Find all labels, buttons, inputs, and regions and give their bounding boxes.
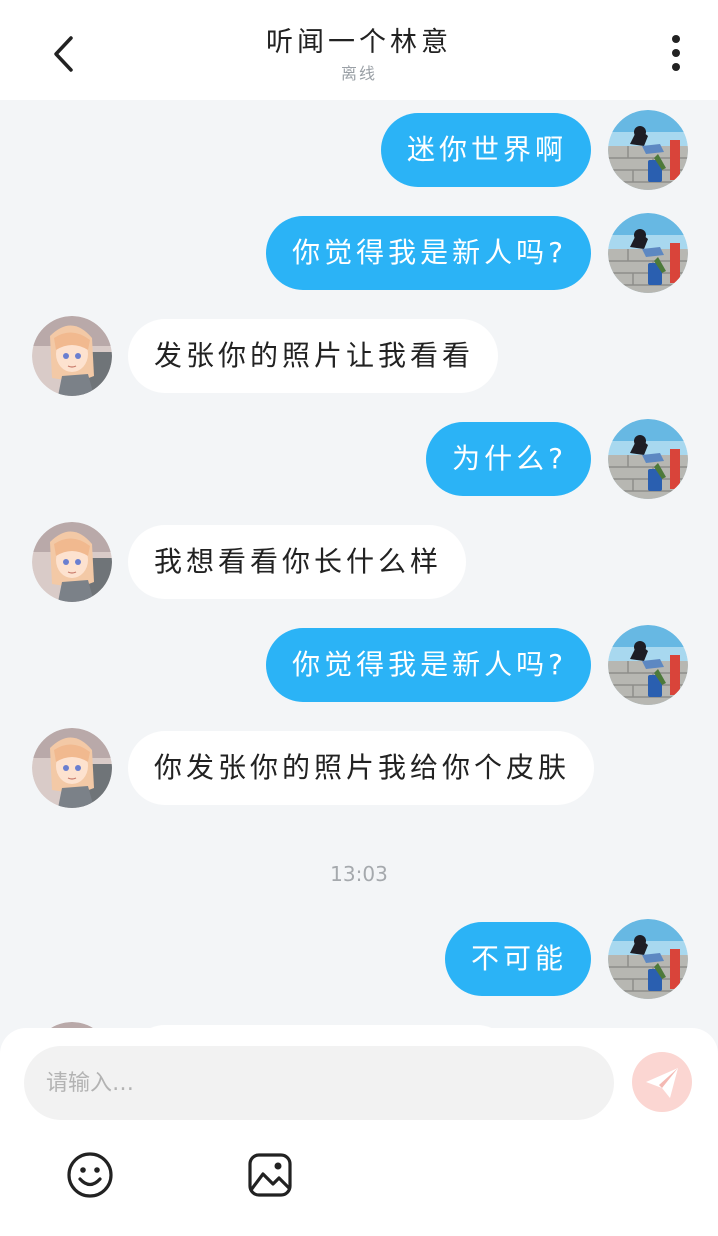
message-bubble-sent[interactable]: 你觉得我是新人吗?: [266, 628, 591, 702]
my-avatar[interactable]: [608, 419, 688, 499]
message-row-sent: 不可能: [0, 919, 718, 999]
message-bubble-received[interactable]: 我想看看你长什么样: [128, 525, 467, 599]
contact-name: 听闻一个林意: [266, 27, 452, 58]
message-row-sent: 为什么?: [0, 419, 718, 499]
message-bubble-sent[interactable]: 迷你世界啊: [380, 113, 591, 187]
contact-avatar[interactable]: [32, 316, 112, 396]
my-avatar[interactable]: [608, 919, 688, 999]
message-bubble-sent[interactable]: 你觉得我是新人吗?: [266, 216, 591, 290]
message-row-received: 发张你的照片让我看看: [0, 316, 718, 396]
image-icon[interactable]: [245, 1150, 295, 1200]
my-avatar[interactable]: [608, 625, 688, 705]
paper-plane-icon: [646, 1068, 678, 1098]
message-bubble-received[interactable]: 发张你的照片让我看看: [128, 319, 499, 393]
contact-status: 离线: [340, 64, 377, 83]
message-row-sent: 迷你世界啊: [0, 110, 718, 190]
contact-avatar[interactable]: [32, 728, 112, 808]
chat-header: 听闻一个林意 离线: [0, 0, 718, 100]
my-avatar[interactable]: [608, 110, 688, 190]
message-row-sent: 你觉得我是新人吗?: [0, 213, 718, 293]
message-bubble-sent[interactable]: 不可能: [444, 922, 591, 996]
my-avatar[interactable]: [608, 213, 688, 293]
message-list[interactable]: 迷你世界啊 你觉得我是新人吗? 发张你的照片让我看看 为什么? 我想看看你长什么…: [0, 100, 718, 1030]
message-row-received: 我想看看你长什么样: [0, 522, 718, 602]
send-button[interactable]: [632, 1052, 692, 1112]
message-row-sent: 你觉得我是新人吗?: [0, 625, 718, 705]
composer-panel: [0, 1028, 718, 1236]
message-row-received: 你发张你的照片我给你个皮肤: [0, 728, 718, 808]
message-bubble-sent[interactable]: 为什么?: [426, 422, 591, 496]
more-vertical-icon[interactable]: [658, 30, 694, 78]
contact-avatar[interactable]: [32, 522, 112, 602]
message-input[interactable]: [24, 1046, 614, 1120]
message-bubble-received[interactable]: 你发张你的照片我给你个皮肤: [128, 731, 595, 805]
message-timestamp: 13:03: [330, 862, 388, 886]
smiley-icon[interactable]: [65, 1150, 115, 1200]
